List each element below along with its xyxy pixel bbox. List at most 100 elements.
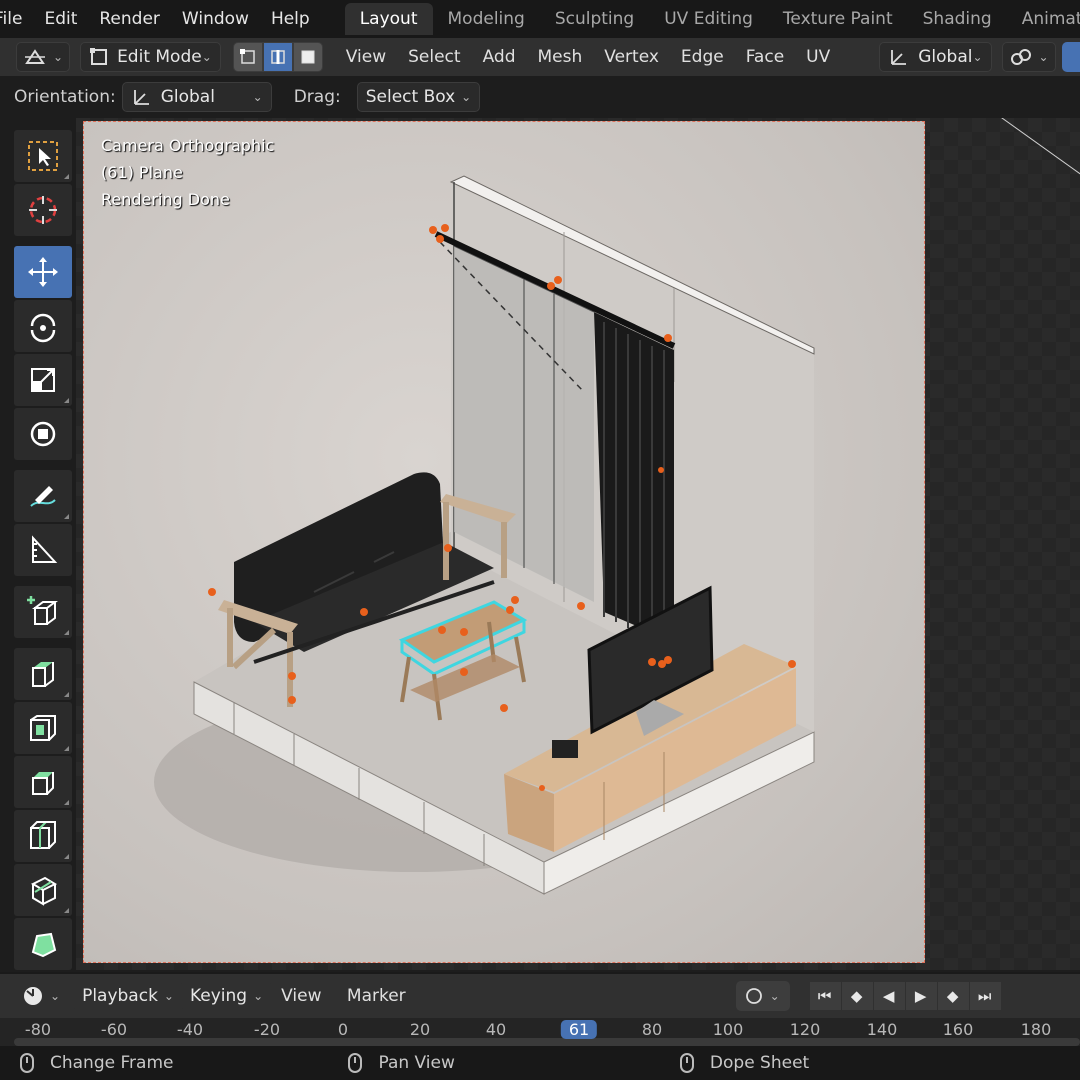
drag-dropdown[interactable]: Select Box ⌄ <box>356 82 481 112</box>
rotate-icon <box>30 313 56 343</box>
jump-end-button[interactable]: ⏭ <box>969 982 1001 1010</box>
clock-icon <box>24 987 42 1005</box>
active-object-label: (61) Plane <box>101 163 183 182</box>
status-pan-view: Pan View <box>348 1053 455 1073</box>
menu-window[interactable]: Window <box>171 9 260 29</box>
tool-rotate[interactable] <box>14 300 72 352</box>
record-icon <box>745 988 762 1004</box>
snap-toggle[interactable] <box>1061 42 1080 72</box>
auto-keying-toggle[interactable]: ⌄ <box>735 981 790 1011</box>
menu-mesh[interactable]: Mesh <box>527 47 594 67</box>
playback-label: Playback <box>82 986 158 1006</box>
tab-animation[interactable]: Animation <box>1007 3 1080 35</box>
extrude-icon <box>32 662 54 687</box>
mode-label: Edit Mode <box>117 47 202 67</box>
next-keyframe-button[interactable]: ◆ <box>937 982 969 1010</box>
tool-extrude[interactable] <box>14 648 72 700</box>
menu-uv[interactable]: UV <box>795 47 841 67</box>
chevron-down-icon: ⌄ <box>201 50 212 64</box>
chevron-down-icon: ⌄ <box>253 989 264 1003</box>
orientation-setting-value: Global <box>160 87 215 107</box>
menu-edit[interactable]: Edit <box>33 9 88 29</box>
jump-end-icon: ⏭ <box>969 982 1000 1010</box>
chevron-down-icon: ⌄ <box>252 90 263 104</box>
tool-knife[interactable] <box>14 864 72 916</box>
timeline-menu-view[interactable]: View <box>271 986 331 1006</box>
current-frame-indicator[interactable]: 61 <box>560 1020 598 1039</box>
frame-tick: -80 <box>24 1020 52 1039</box>
keying-label: Keying <box>189 986 248 1006</box>
prev-keyframe-icon: ◆ <box>841 982 872 1010</box>
menu-file[interactable]: File <box>0 9 33 29</box>
tool-inset[interactable] <box>14 702 72 754</box>
3d-viewport[interactable]: Camera Orthographic (61) Plane Rendering… <box>76 118 1080 970</box>
tab-modeling[interactable]: Modeling <box>433 3 540 35</box>
tool-measure[interactable] <box>14 524 72 576</box>
playback-controls: ⏮ ◆ ◀ ▶ ◆ ⏭ <box>809 982 1002 1010</box>
timeline-scrollbar[interactable] <box>14 1038 1080 1046</box>
tab-shading[interactable]: Shading <box>908 3 1007 35</box>
playback-dropdown[interactable]: Playback ⌄ <box>74 981 182 1011</box>
tool-annotate[interactable] <box>14 470 72 522</box>
top-menu-bar: File Edit Render Window Help Layout Mode… <box>0 0 1080 38</box>
menu-face[interactable]: Face <box>735 47 795 67</box>
chevron-down-icon: ⌄ <box>769 989 780 1003</box>
transform-orientation-dropdown[interactable]: Global ⌄ <box>879 42 992 72</box>
jump-start-button[interactable]: ⏮ <box>809 982 841 1010</box>
tool-poly-build[interactable] <box>14 918 72 970</box>
timeline-editor-type[interactable]: ⌄ <box>16 981 67 1011</box>
menu-select[interactable]: Select <box>397 47 471 67</box>
camera-line <box>1001 118 1080 175</box>
prev-keyframe-button[interactable]: ◆ <box>841 982 873 1010</box>
frame-tick: 80 <box>641 1020 663 1039</box>
mode-dropdown[interactable]: Edit Mode ⌄ <box>80 42 221 72</box>
tool-transform[interactable] <box>14 408 72 460</box>
viewport-menus: View Select Add Mesh Vertex Edge Face UV <box>335 47 841 67</box>
edge-select-button[interactable] <box>262 42 293 72</box>
select-mode-group <box>232 42 323 72</box>
tool-select-box[interactable] <box>14 130 72 182</box>
tab-texture-paint[interactable]: Texture Paint <box>768 3 908 35</box>
frame-tick: -60 <box>100 1020 128 1039</box>
move-icon <box>28 257 58 287</box>
tool-add-cube[interactable] <box>14 586 72 638</box>
editor-type-dropdown[interactable]: ⌄ <box>16 42 71 72</box>
tool-bevel[interactable] <box>14 756 72 808</box>
status-dope-sheet: Dope Sheet <box>679 1053 810 1073</box>
menu-render[interactable]: Render <box>88 9 171 29</box>
status-dope-sheet-label: Dope Sheet <box>709 1053 810 1073</box>
tool-move[interactable] <box>14 246 72 298</box>
frame-tick: 120 <box>789 1020 821 1039</box>
face-select-button[interactable] <box>292 42 323 72</box>
menu-add[interactable]: Add <box>472 47 527 67</box>
menu-vertex[interactable]: Vertex <box>593 47 670 67</box>
tab-sculpting[interactable]: Sculpting <box>540 3 649 35</box>
tab-layout[interactable]: Layout <box>344 3 433 35</box>
menu-edge[interactable]: Edge <box>670 47 735 67</box>
scale-icon <box>31 368 55 392</box>
play-reverse-button[interactable]: ◀ <box>873 982 905 1010</box>
tool-scale[interactable] <box>14 354 72 406</box>
status-pan-view-label: Pan View <box>378 1053 455 1073</box>
keying-dropdown[interactable]: Keying ⌄ <box>181 981 272 1011</box>
frame-ruler[interactable]: -80 -60 -40 -20 0 20 40 61 80 100 120 14… <box>0 1018 1080 1046</box>
menu-view[interactable]: View <box>335 47 397 67</box>
select-box-icon <box>28 141 58 171</box>
annotate-icon <box>30 486 56 507</box>
tab-uv-editing[interactable]: UV Editing <box>649 3 768 35</box>
vertex-select-button[interactable] <box>232 42 263 72</box>
play-button[interactable]: ▶ <box>905 982 937 1010</box>
main-menu: File Edit Render Window Help <box>0 9 321 29</box>
workspace-tabs: Layout Modeling Sculpting UV Editing Tex… <box>344 3 1080 35</box>
tool-cursor[interactable] <box>14 184 72 236</box>
tool-loop-cut[interactable] <box>14 810 72 862</box>
editor-type-icon <box>25 49 45 64</box>
orientation-setting-dropdown[interactable]: Global ⌄ <box>121 82 272 112</box>
frame-tick: 40 <box>485 1020 507 1039</box>
timeline-menu-marker[interactable]: Marker <box>337 986 416 1006</box>
menu-help[interactable]: Help <box>260 9 321 29</box>
add-cube-icon <box>27 596 58 625</box>
knife-icon <box>30 876 58 906</box>
pivot-dropdown[interactable]: ⌄ <box>1001 42 1056 72</box>
face-select-icon <box>301 50 315 64</box>
